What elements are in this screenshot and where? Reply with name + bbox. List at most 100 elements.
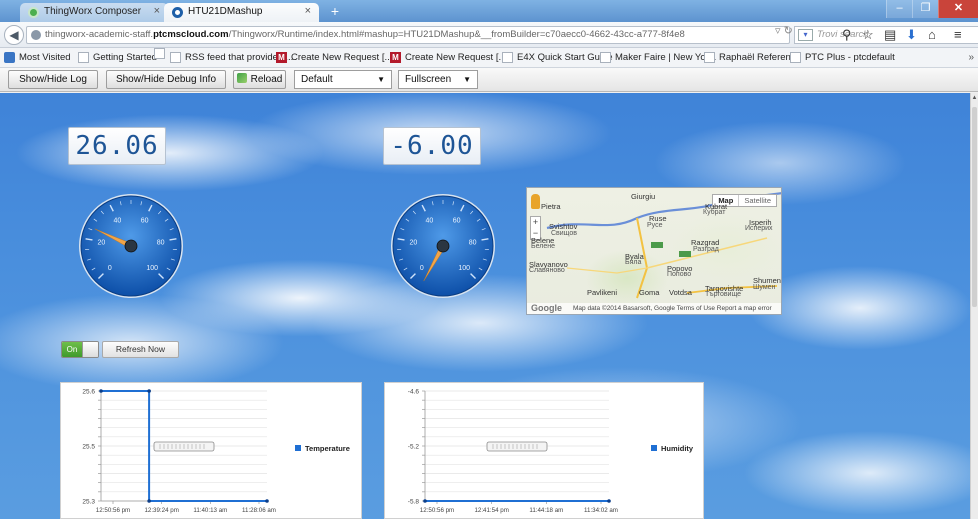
y-tick-label: -5.8 [408, 499, 420, 506]
legend-swatch [651, 445, 657, 451]
data-point [99, 389, 103, 393]
search-engine-icon[interactable]: ▾ [798, 29, 813, 41]
runtime-toolbar: Show/Hide Log Show/Hide Debug Info Reloa… [0, 68, 978, 92]
bookmark-raphael-reference[interactable]: Raphaël Reference [704, 48, 801, 67]
bookmark-blank[interactable] [154, 48, 169, 59]
bookmark-getting-started[interactable]: Getting Started [78, 48, 157, 67]
gauge-tick-label: 40 [425, 217, 433, 224]
tab-thingworx-composer[interactable]: ThingWorx Composer × [20, 3, 168, 22]
bookmark-label: Raphaël Reference [719, 52, 801, 63]
tab-title: HTU21DMashup [188, 6, 263, 17]
page-icon [502, 52, 513, 63]
bookmark-maker-faire[interactable]: Maker Faire | New Yor... [600, 48, 716, 67]
humidity-gauge: 0 20 40 60 80 100 [391, 194, 495, 298]
bookmark-most-visited[interactable]: Most Visited [4, 48, 71, 67]
star-icon[interactable]: ☆ [862, 27, 874, 43]
restore-icon[interactable]: ❐ [912, 0, 938, 18]
pegman-icon[interactable] [531, 194, 540, 209]
new-tab-button[interactable]: + [326, 4, 344, 20]
bookmark-rss-feed[interactable]: RSS feed that provides ... [170, 48, 293, 67]
gauge-tick-label: 20 [97, 239, 105, 246]
show-hide-log-button[interactable]: Show/Hide Log [8, 70, 98, 89]
reload-icon [236, 73, 247, 83]
reload-icon[interactable]: ▿ ↻ [775, 24, 793, 37]
map-label: Goma [639, 288, 660, 297]
gauge-tick-label: 100 [458, 265, 470, 272]
page-scrollbar[interactable]: ▲ [970, 93, 978, 519]
auto-refresh-toggle[interactable]: On [61, 341, 99, 358]
bookmark-e4x-guide[interactable]: E4X Quick Start Guide [502, 48, 613, 67]
y-tick-label: -5.2 [408, 444, 420, 451]
map-label: Попово [667, 271, 692, 278]
minimize-icon[interactable]: – [886, 0, 912, 18]
x-tick-label: 11:44:18 am [529, 507, 563, 514]
tab-title: ThingWorx Composer [44, 6, 142, 17]
scroll-up-icon[interactable]: ▲ [971, 95, 978, 101]
map-type-satellite[interactable]: Satellite [738, 195, 776, 206]
legend-label: Humidity [661, 444, 694, 453]
gauge-tick-label: 40 [113, 217, 121, 224]
theme-select-value: Default [301, 74, 333, 85]
bookmark-create-request-2[interactable]: M Create New Request [... [390, 48, 506, 67]
page-icon [170, 52, 181, 63]
temperature-legend: Temperature [295, 444, 350, 453]
show-hide-debug-button[interactable]: Show/Hide Debug Info [106, 70, 226, 89]
y-tick-label: -4.6 [408, 389, 420, 396]
x-tick-label: 11:40:13 am [193, 507, 227, 514]
gauge-tick-label: 100 [146, 265, 158, 272]
reload-label: Reload [250, 74, 283, 85]
home-icon[interactable]: ⌂ [928, 27, 936, 42]
x-tick-label: 11:34:02 am [584, 507, 618, 514]
bookmark-label: Create New Request [... [405, 52, 507, 63]
tab-htu21dmashup[interactable]: HTU21DMashup × [164, 3, 319, 22]
map-attribution[interactable]: Map data ©2014 Basarsoft, Google Terms o… [527, 303, 781, 314]
mode-select-value: Fullscreen [405, 74, 452, 85]
back-arrow-icon[interactable]: ◀ [4, 25, 24, 45]
bookmark-create-request-1[interactable]: M Create New Request [... [276, 48, 392, 67]
search-icon[interactable]: ⚲ [842, 27, 852, 43]
thingworx-favicon-icon [172, 7, 183, 18]
mode-select[interactable]: Fullscreen ▼ [398, 70, 478, 89]
refresh-now-button[interactable]: Refresh Now [102, 341, 179, 358]
download-icon[interactable]: ⬇ [906, 27, 917, 43]
menu-icon[interactable]: ≡ [954, 27, 962, 42]
data-point [147, 389, 151, 393]
tab-close-icon[interactable]: × [305, 5, 311, 17]
bookmarks-overflow-icon[interactable]: » [968, 48, 974, 67]
google-logo: Google [531, 303, 562, 313]
data-point [147, 499, 151, 503]
bookmarks-list-icon[interactable]: ▤ [884, 27, 896, 43]
humidity-display: -6.00 [383, 127, 481, 165]
data-point [265, 499, 269, 503]
x-tick-label: 12:50:56 pm [96, 507, 130, 514]
theme-select[interactable]: Default ▼ [294, 70, 392, 89]
humidity-chart: -4.6 -5.2 -5.8 12:50:56 pm 12:41:54 pm 11:44:… [384, 382, 704, 519]
map-widget[interactable]: + − Map Satellite Giurgiu Pietra Ruse Рус… [526, 187, 782, 315]
map-label: Търговище [705, 291, 742, 298]
chevron-down-icon: ▼ [377, 75, 385, 84]
legend-label: Temperature [305, 444, 350, 453]
temperature-display: 26.06 [68, 127, 166, 165]
map-label: Белене [531, 243, 555, 250]
legend-swatch [295, 445, 301, 451]
scrollbar-thumb[interactable] [972, 107, 977, 307]
lock-icon [31, 30, 41, 40]
map-label: Кубрат [703, 209, 726, 216]
bookmark-label: Create New Request [... [291, 52, 393, 63]
route-shield [679, 251, 691, 257]
mashup-canvas: 26.06 -6.00 0 20 40 60 80 100 0 20 40 60 80 100 On… [0, 93, 970, 519]
close-window-icon[interactable]: ✕ [938, 0, 978, 18]
chevron-down-icon: ▼ [463, 75, 471, 84]
gauge-tick-label: 0 [108, 265, 112, 272]
page-icon [704, 52, 715, 63]
address-bar[interactable]: thingworx-academic-staff.ptcmscloud.com/… [26, 26, 790, 44]
gauge-hub [124, 239, 138, 253]
navigation-bar: ◀ thingworx-academic-staff.ptcmscloud.co… [0, 22, 978, 48]
temperature-gauge: 0 20 40 60 80 100 [79, 194, 183, 298]
bookmark-ptc-plus[interactable]: PTC Plus - ptcdefault [790, 48, 895, 67]
reload-button[interactable]: Reload [233, 70, 286, 89]
bookmarks-toolbar: Most Visited Getting Started RSS feed th… [0, 48, 978, 68]
map-label: Бяла [625, 259, 642, 266]
tab-close-icon[interactable]: × [154, 5, 160, 17]
page-icon [154, 48, 165, 59]
